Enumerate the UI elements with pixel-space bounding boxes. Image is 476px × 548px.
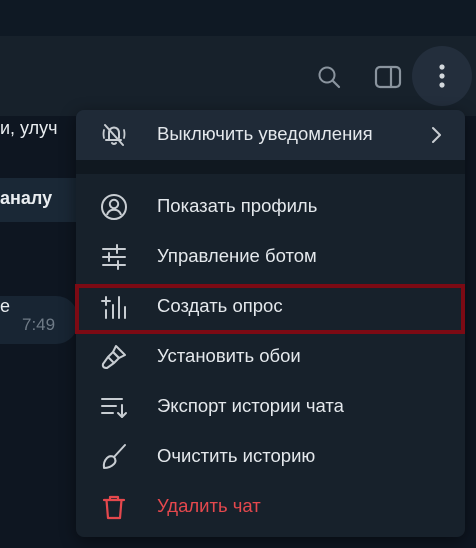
message-time: 7:49: [22, 315, 56, 334]
menu-item-mute[interactable]: Выключить уведомления: [76, 110, 465, 160]
menu-item-label: Очистить историю: [157, 445, 316, 466]
bell-off-icon: [102, 124, 126, 146]
profile-icon: [101, 194, 127, 220]
brush-icon: [101, 345, 126, 369]
menu-item-manage-bot[interactable]: Управление ботом: [76, 232, 465, 282]
menu-item-export-history[interactable]: Экспорт истории чата: [76, 382, 465, 432]
mute-submenu-row[interactable]: Выключить уведомления: [76, 110, 465, 160]
title-bar: [0, 0, 476, 36]
chevron-right-icon: [432, 127, 441, 143]
menu-item-label: Выключить уведомления: [157, 123, 373, 144]
message-bubble[interactable]: е 7:49: [0, 296, 78, 344]
menu-item-label: Удалить чат: [157, 495, 261, 516]
search-icon: [318, 66, 341, 89]
menu-item-label: Показать профиль: [157, 195, 318, 216]
more-options-button[interactable]: [412, 46, 472, 106]
message-fragment-link: аналу: [0, 188, 53, 208]
sidebar-panel-icon: [374, 65, 402, 89]
selection-highlight: [75, 284, 465, 334]
trash-icon: [102, 495, 126, 520]
menu-item-set-wallpaper[interactable]: Установить обои: [76, 332, 465, 382]
more-vertical-icon: [439, 64, 445, 88]
export-list-icon: [101, 398, 127, 418]
search-button[interactable]: [312, 60, 346, 94]
menu-item-label: Экспорт истории чата: [157, 395, 344, 416]
menu-item-show-profile[interactable]: Показать профиль: [76, 182, 465, 232]
broom-icon: [102, 444, 126, 469]
app-window: и, улуч аналу е 7:49 Выключить уведомлен…: [0, 0, 476, 548]
menu-item-label: Управление ботом: [157, 245, 317, 266]
sidebar-toggle-button[interactable]: [370, 60, 406, 94]
menu-item-clear-history[interactable]: Очистить историю: [76, 432, 465, 482]
message-fragment: е: [0, 296, 11, 316]
menu-item-label: Установить обои: [157, 345, 301, 366]
message-fragment: и, улуч: [0, 118, 58, 138]
sliders-icon: [102, 244, 126, 270]
menu-divider: [76, 160, 465, 174]
menu-item-delete-chat[interactable]: Удалить чат: [76, 482, 465, 532]
